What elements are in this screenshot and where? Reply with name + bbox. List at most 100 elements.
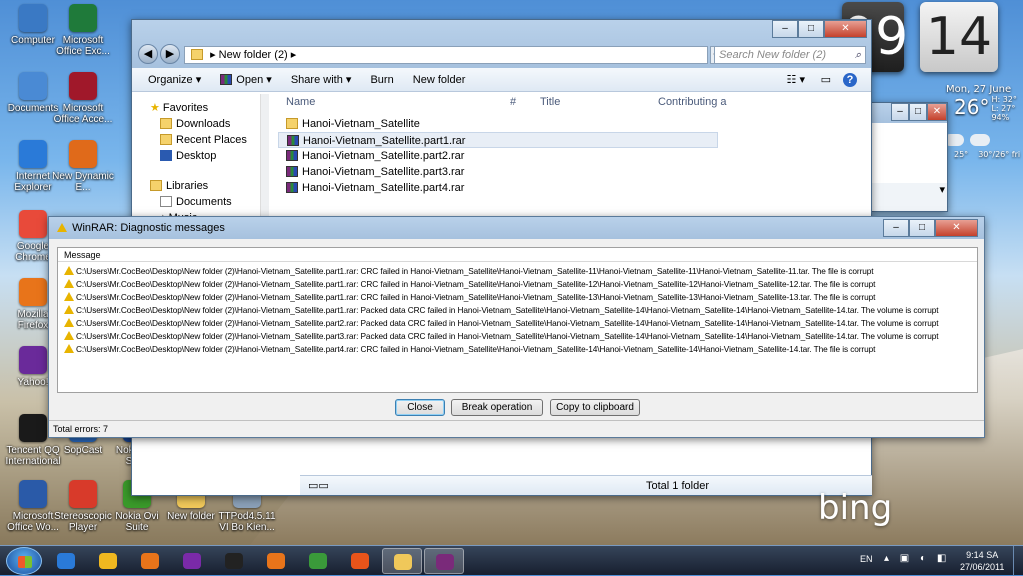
file-row[interactable]: Hanoi-Vietnam_Satellite.part4.rar	[278, 180, 868, 196]
message-row[interactable]: C:\Users\Mr.CocBeo\Desktop\New folder (2…	[64, 291, 977, 304]
maximize-button[interactable]: □	[798, 20, 824, 38]
qq-icon	[225, 553, 243, 569]
folder-icon	[286, 118, 298, 129]
address-text: New folder (2)	[218, 49, 288, 61]
background-window[interactable]: – □ ✕ ▾	[870, 102, 948, 212]
forecast-2: 30°/26° fri	[978, 150, 1021, 159]
share-button[interactable]: Share with ▾	[291, 68, 352, 92]
message-text: C:\Users\Mr.CocBeo\Desktop\New folder (2…	[76, 305, 939, 315]
taskbar-app[interactable]	[214, 548, 254, 574]
nav-recent[interactable]: Recent Places	[150, 132, 268, 148]
column-name[interactable]: Name	[286, 94, 315, 110]
file-row[interactable]: Hanoi-Vietnam_Satellite.part1.rar	[278, 132, 718, 148]
copy-to-clipboard-button[interactable]: Copy to clipboard	[550, 399, 640, 416]
documents-icon	[19, 72, 47, 100]
nav-scrollbar[interactable]	[260, 94, 269, 234]
message-row[interactable]: C:\Users\Mr.CocBeo\Desktop\New folder (2…	[64, 317, 977, 330]
organize-button[interactable]: Organize ▾	[148, 68, 201, 92]
desktop-shortcut-label: Mozilla Firefox	[17, 309, 49, 331]
taskbar-app[interactable]	[424, 548, 464, 574]
firefox-icon	[141, 553, 159, 569]
nav-desktop[interactable]: Desktop	[150, 148, 268, 164]
column-contributing[interactable]: Contributing a	[658, 94, 727, 110]
message-text: C:\Users\Mr.CocBeo\Desktop\New folder (2…	[76, 266, 874, 276]
weather-humidity: 94%	[991, 113, 1010, 122]
message-row[interactable]: C:\Users\Mr.CocBeo\Desktop\New folder (2…	[64, 304, 977, 317]
taskbar-app[interactable]	[298, 548, 338, 574]
search-input[interactable]: Search New folder (2) ⌕	[714, 46, 866, 64]
details-pane: ▭▭ Total 1 folder	[300, 475, 872, 495]
address-bar[interactable]: ▸ New folder (2) ▸	[184, 46, 708, 64]
desktop-shortcut-label: Google Chrome	[15, 241, 51, 263]
taskbar-app[interactable]	[382, 548, 422, 574]
media-player-icon	[267, 553, 285, 569]
file-row[interactable]: Hanoi-Vietnam_Satellite.part3.rar	[278, 164, 868, 180]
taskbar-app[interactable]	[256, 548, 296, 574]
clock-gadget-minute: 14	[920, 2, 998, 72]
taskbar-app[interactable]	[340, 548, 380, 574]
forward-button[interactable]: ▶	[160, 44, 180, 64]
open-button[interactable]: Open ▾	[220, 68, 272, 92]
language-indicator[interactable]: EN	[860, 554, 873, 564]
warning-icon	[64, 279, 74, 288]
desktop-shortcut-label: Computer	[11, 35, 55, 46]
message-row[interactable]: C:\Users\Mr.CocBeo\Desktop\New folder (2…	[64, 278, 977, 291]
warning-icon	[57, 223, 67, 232]
recent-places-icon	[160, 134, 172, 145]
warning-icon	[64, 266, 74, 275]
start-button[interactable]	[6, 547, 42, 575]
clock[interactable]: 9:14 SA 27/06/2011	[960, 549, 1004, 573]
burn-button[interactable]: Burn	[370, 68, 393, 92]
nav-downloads[interactable]: Downloads	[150, 116, 268, 132]
help-icon[interactable]: ?	[843, 73, 857, 87]
stereoscopic-icon	[69, 480, 97, 508]
message-text: C:\Users\Mr.CocBeo\Desktop\New folder (2…	[76, 279, 876, 289]
warning-icon	[64, 331, 74, 340]
taskbar-app[interactable]	[172, 548, 212, 574]
excel-icon	[69, 4, 97, 32]
column-number[interactable]: #	[510, 94, 516, 110]
close-button[interactable]: ✕	[824, 20, 867, 38]
close-dialog-button[interactable]: Close	[395, 399, 445, 416]
nav-documents[interactable]: Documents	[150, 194, 268, 210]
desktop-shortcut[interactable]: New Dynamic E...	[52, 140, 114, 193]
file-row[interactable]: Hanoi-Vietnam_Satellite.part2.rar	[278, 148, 868, 164]
message-row[interactable]: C:\Users\Mr.CocBeo\Desktop\New folder (2…	[64, 265, 977, 278]
tray-icons[interactable]: ▴ ▣ ◐ ◧	[884, 553, 950, 564]
warning-icon	[64, 344, 74, 353]
message-text: C:\Users\Mr.CocBeo\Desktop\New folder (2…	[76, 292, 876, 302]
close-button[interactable]: ✕	[935, 219, 978, 237]
break-operation-button[interactable]: Break operation	[451, 399, 543, 416]
desktop-shortcut[interactable]: Stereoscopic Player	[52, 480, 114, 533]
taskbar-app[interactable]	[130, 548, 170, 574]
show-desktop-button[interactable]	[1013, 546, 1023, 576]
desktop-shortcut[interactable]: Microsoft Office Exc...	[52, 4, 114, 57]
column-title[interactable]: Title	[540, 94, 560, 110]
back-button[interactable]: ◀	[138, 44, 158, 64]
file-row[interactable]: Hanoi-Vietnam_Satellite	[278, 116, 868, 132]
message-row[interactable]: C:\Users\Mr.CocBeo\Desktop\New folder (2…	[64, 343, 977, 356]
message-header[interactable]: Message	[58, 248, 977, 262]
dropdown-arrow-icon[interactable]: ▾	[871, 183, 947, 196]
weather-gadget: Mon, 27 June 26° H: 32° L: 27° 94% 25° 3…	[944, 84, 1023, 184]
taskbar-app[interactable]	[88, 548, 128, 574]
minimize-button[interactable]: –	[772, 20, 798, 38]
file-name: Hanoi-Vietnam_Satellite.part3.rar	[302, 166, 465, 178]
message-list[interactable]: Message C:\Users\Mr.CocBeo\Desktop\New f…	[57, 247, 978, 393]
search-icon: ⌕	[854, 49, 861, 61]
desktop-shortcut[interactable]: Microsoft Office Acce...	[52, 72, 114, 125]
message-row[interactable]: C:\Users\Mr.CocBeo\Desktop\New folder (2…	[64, 330, 977, 343]
desktop-shortcut-label: Yahoo!	[17, 377, 49, 388]
nav-favorites[interactable]: ★ Favorites	[150, 100, 268, 116]
cloud-icon	[970, 134, 990, 146]
taskbar-app[interactable]	[46, 548, 86, 574]
maximize-button[interactable]: □	[909, 219, 935, 237]
weather-high: H: 32°	[991, 95, 1017, 104]
chrome-icon	[99, 553, 117, 569]
warning-icon	[64, 318, 74, 327]
view-icon[interactable]: ☷ ▾	[787, 68, 805, 92]
new-folder-button[interactable]: New folder	[413, 68, 466, 92]
nav-libraries[interactable]: Libraries	[150, 178, 268, 194]
minimize-button[interactable]: –	[883, 219, 909, 237]
preview-pane-icon[interactable]: ▭	[821, 68, 831, 92]
